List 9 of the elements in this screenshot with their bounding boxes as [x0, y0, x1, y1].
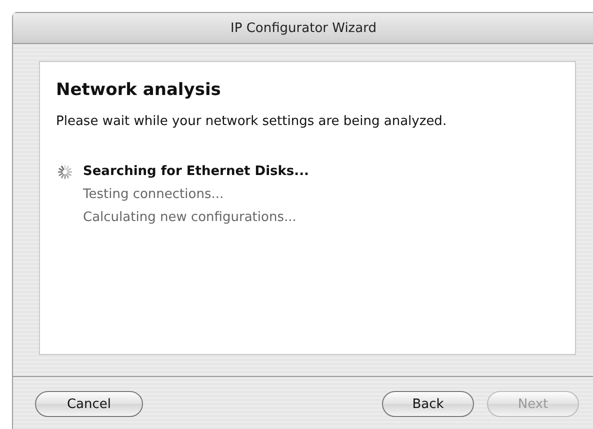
step-label: Searching for Ethernet Disks... — [83, 164, 309, 179]
step-label: Calculating new configurations... — [83, 210, 296, 225]
step-label: Testing connections... — [83, 187, 224, 202]
page-description: Please wait while your network settings are being analyzed. — [56, 114, 448, 129]
spinner-icon — [58, 164, 72, 178]
page-heading: Network analysis — [56, 80, 222, 100]
window-title: IP Configurator Wizard — [230, 20, 376, 36]
wizard-button[interactable]: Back — [382, 391, 474, 417]
wizard-button[interactable]: Cancel — [35, 391, 143, 417]
